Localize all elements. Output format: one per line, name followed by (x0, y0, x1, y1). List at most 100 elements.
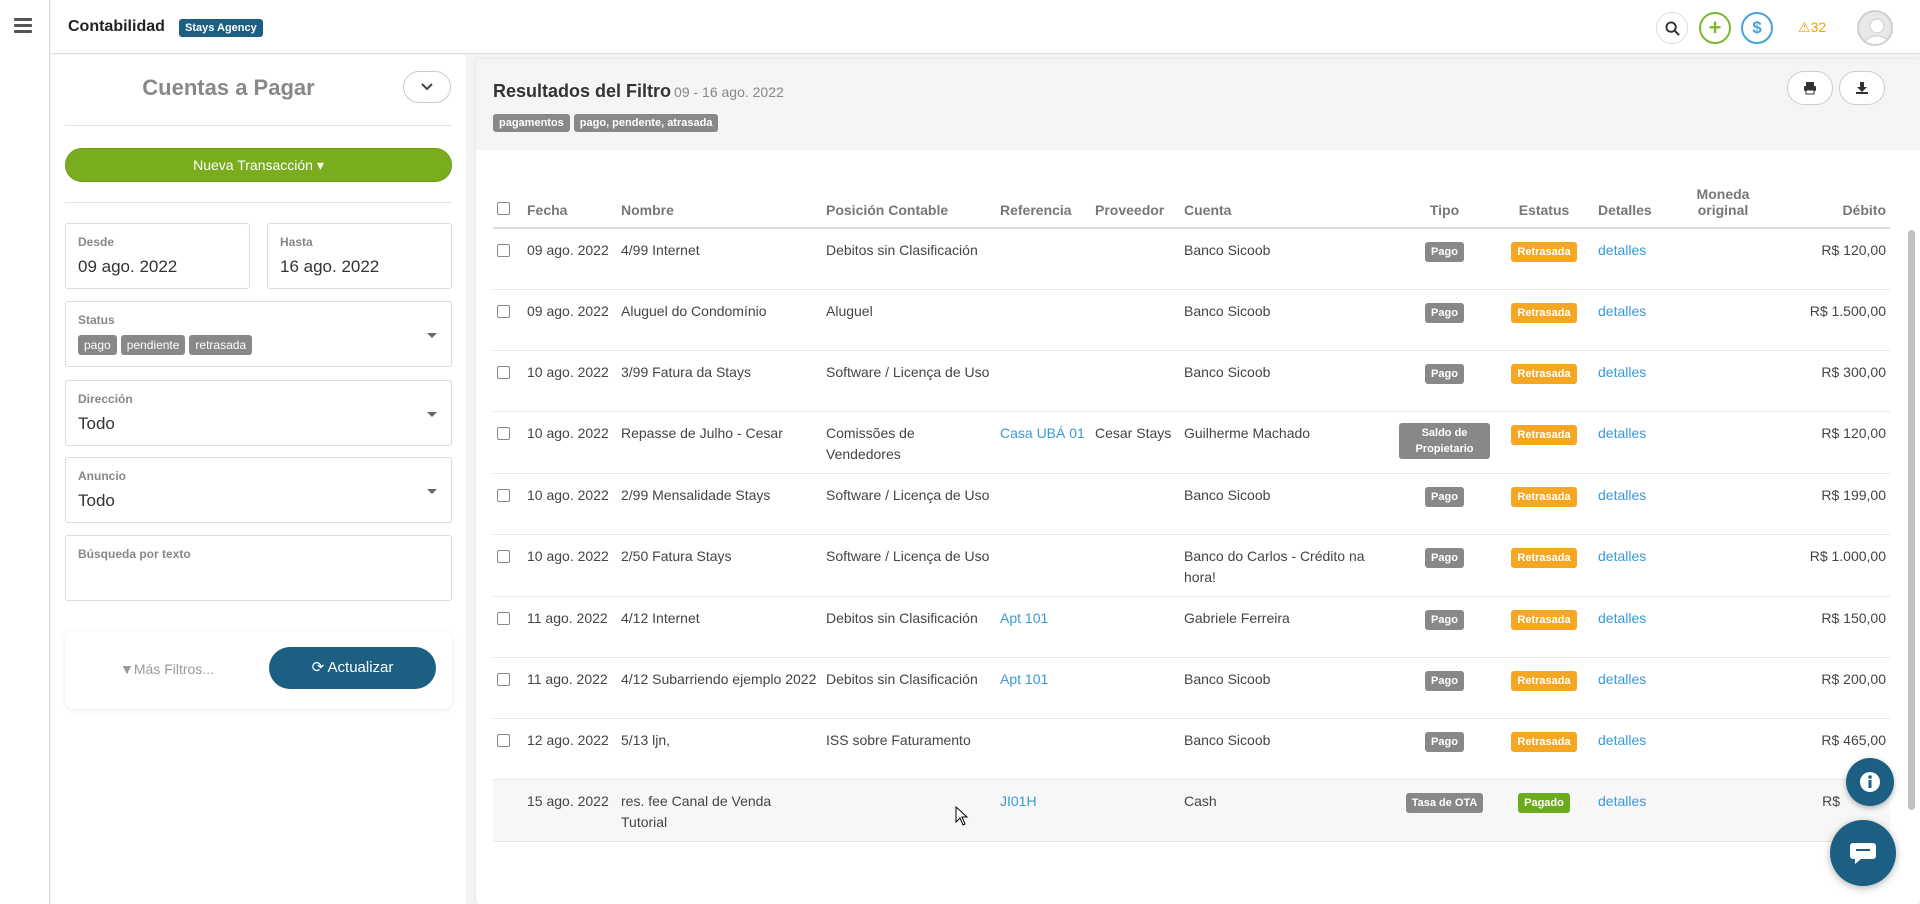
cell-moneda (1674, 657, 1772, 719)
status-label: Status (78, 313, 115, 327)
avatar[interactable] (1857, 10, 1893, 46)
col-estatus[interactable]: Estatus (1494, 176, 1594, 229)
filter-actions: ▼Más Filtros... ⟳ Actualizar (65, 631, 452, 709)
details-link[interactable]: detalles (1598, 793, 1646, 809)
cell-referencia[interactable] (996, 534, 1091, 597)
cell-referencia[interactable]: Apt 101 (996, 596, 1091, 658)
col-detalles[interactable]: Detalles (1594, 176, 1674, 229)
cell-cuenta: Banco Sicoob (1180, 718, 1395, 780)
info-button[interactable] (1846, 758, 1894, 806)
table-row[interactable]: 10 ago. 2022 3/99 Fatura da Stays Softwa… (493, 350, 1890, 412)
cell-referencia[interactable]: JI01H (996, 779, 1091, 842)
table-row[interactable]: 10 ago. 2022 Repasse de Julho - Cesar Co… (493, 411, 1890, 474)
chat-button[interactable] (1830, 820, 1896, 886)
results-title: Resultados del Filtro 09 - 16 ago. 2022 (493, 81, 784, 101)
row-checkbox[interactable] (497, 549, 510, 563)
cell-proveedor (1091, 289, 1180, 351)
row-checkbox[interactable] (497, 365, 510, 379)
cell-referencia[interactable] (996, 473, 1091, 535)
new-transaction-button[interactable]: Nueva Transacción ▾ (65, 148, 452, 182)
details-link[interactable]: detalles (1598, 732, 1646, 748)
cell-cuenta: Cash (1180, 779, 1395, 842)
left-rail (0, 0, 50, 904)
listing-value: Todo (78, 491, 115, 510)
cell-referencia[interactable]: Casa UBÁ 01 (996, 411, 1091, 474)
col-proveedor[interactable]: Proveedor (1091, 176, 1180, 229)
collapse-button[interactable] (403, 71, 451, 103)
finance-button[interactable]: $ (1741, 12, 1773, 44)
row-checkbox[interactable] (497, 426, 510, 440)
table-row[interactable]: 10 ago. 2022 2/99 Mensalidade Stays Soft… (493, 473, 1890, 535)
col-fecha[interactable]: Fecha (523, 176, 617, 229)
col-moneda[interactable]: Moneda original (1674, 176, 1772, 229)
cell-cuenta: Banco Sicoob (1180, 350, 1395, 412)
search-button[interactable] (1656, 12, 1688, 44)
type-badge: Pago (1425, 302, 1464, 323)
cell-referencia[interactable] (996, 350, 1091, 412)
refresh-button[interactable]: ⟳ Actualizar (269, 647, 436, 689)
direction-select[interactable]: Dirección Todo (65, 380, 452, 446)
col-cuenta[interactable]: Cuenta (1180, 176, 1395, 229)
status-tag[interactable]: pago (78, 335, 117, 355)
details-link[interactable]: detalles (1598, 487, 1646, 503)
cell-referencia[interactable]: Apt 101 (996, 657, 1091, 719)
row-checkbox[interactable] (497, 244, 510, 257)
row-checkbox[interactable] (497, 611, 510, 625)
col-debito[interactable]: Débito (1772, 176, 1890, 229)
refresh-icon: ⟳ (311, 659, 325, 676)
menu-icon[interactable] (14, 18, 32, 33)
print-button[interactable] (1787, 71, 1833, 105)
select-all-checkbox[interactable] (497, 202, 510, 215)
row-checkbox[interactable] (497, 488, 510, 502)
table-row[interactable]: 11 ago. 2022 4/12 Subarriendo ejemplo 20… (493, 657, 1890, 719)
details-link[interactable]: detalles (1598, 610, 1646, 626)
details-link[interactable]: detalles (1598, 425, 1646, 441)
plus-icon: + (1708, 15, 1722, 40)
row-checkbox[interactable] (497, 672, 510, 686)
cell-fecha: 12 ago. 2022 (523, 718, 617, 780)
agency-badge[interactable]: Stays Agency (179, 19, 263, 37)
cell-posicion: Debitos sin Clasificación (822, 228, 996, 290)
status-select[interactable]: Status pago pendiente retrasada (65, 301, 452, 367)
details-link[interactable]: detalles (1598, 671, 1646, 687)
more-filters-button[interactable]: ▼Más Filtros... (120, 661, 214, 677)
download-button[interactable] (1839, 71, 1885, 105)
table-row[interactable]: 09 ago. 2022 4/99 Internet Debitos sin C… (493, 228, 1890, 290)
table-row[interactable]: 12 ago. 2022 5/13 ljn, ISS sobre Faturam… (493, 718, 1890, 780)
date-to-value: 16 ago. 2022 (280, 257, 380, 276)
text-search-label: Búsqueda por texto (78, 547, 191, 561)
status-tag[interactable]: pendiente (120, 335, 186, 355)
transactions-table: Fecha Nombre Posición Contable Referenci… (493, 176, 1890, 842)
date-from-field[interactable]: Desde 09 ago. 2022 (65, 223, 250, 289)
details-link[interactable]: detalles (1598, 364, 1646, 380)
col-tipo[interactable]: Tipo (1395, 176, 1494, 229)
details-link[interactable]: detalles (1598, 303, 1646, 319)
caret-down-icon (427, 333, 437, 338)
row-checkbox[interactable] (497, 733, 510, 747)
col-posicion[interactable]: Posición Contable (822, 176, 996, 229)
alerts-button[interactable]: ⚠32 (1798, 19, 1826, 36)
details-link[interactable]: detalles (1598, 548, 1646, 564)
cell-nombre: 4/12 Subarriendo ejemplo 2022 (617, 657, 822, 719)
text-search-field[interactable]: Búsqueda por texto (65, 535, 452, 601)
table-row[interactable]: 10 ago. 2022 2/50 Fatura Stays Software … (493, 534, 1890, 597)
status-tag[interactable]: retrasada (189, 335, 253, 355)
cell-fecha: 10 ago. 2022 (523, 473, 617, 535)
cell-debito: R$ 200,00 (1772, 657, 1890, 719)
row-checkbox[interactable] (497, 304, 510, 318)
col-nombre[interactable]: Nombre (617, 176, 822, 229)
col-referencia[interactable]: Referencia (996, 176, 1091, 229)
cell-cuenta: Banco Sicoob (1180, 473, 1395, 535)
cell-referencia[interactable] (996, 228, 1091, 290)
add-button[interactable]: + (1699, 12, 1731, 44)
caret-down-icon: ▾ (316, 157, 324, 173)
scrollbar[interactable] (1908, 230, 1915, 810)
listing-select[interactable]: Anuncio Todo (65, 457, 452, 523)
cell-referencia[interactable] (996, 289, 1091, 351)
table-row[interactable]: 15 ago. 2022 res. fee Canal de Venda Tut… (493, 779, 1890, 842)
cell-referencia[interactable] (996, 718, 1091, 780)
table-row[interactable]: 09 ago. 2022 Aluguel do Condomínio Alugu… (493, 289, 1890, 351)
details-link[interactable]: detalles (1598, 242, 1646, 258)
table-row[interactable]: 11 ago. 2022 4/12 Internet Debitos sin C… (493, 596, 1890, 658)
date-to-field[interactable]: Hasta 16 ago. 2022 (267, 223, 452, 289)
